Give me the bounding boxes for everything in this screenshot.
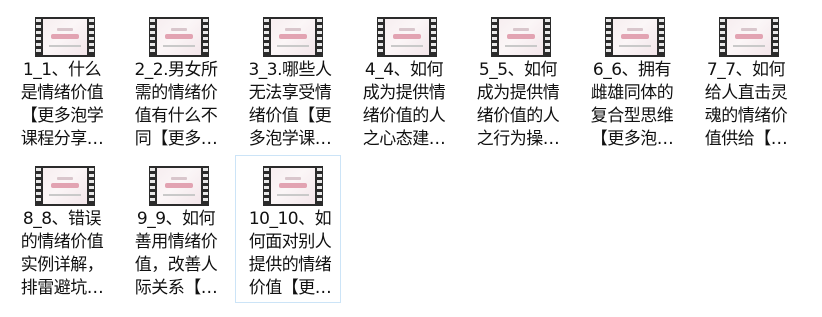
file-name-line: 雌雄同体的 — [590, 83, 674, 103]
file-name-line: 绪价值的人 — [476, 106, 560, 126]
file-name-line: 给人直击灵 — [704, 83, 788, 103]
video-thumbnail-icon — [263, 166, 323, 206]
file-name-label: 6_6、拥有 雌雄同体的复合型思维【更多泡… — [585, 59, 679, 151]
file-name-line: 2_2.男女所 — [134, 60, 218, 80]
file-name-line: 同【更多… — [134, 129, 218, 149]
file-name-line: 绪价值【更 — [248, 106, 332, 126]
file-name-line: 复合型思维 — [590, 106, 674, 126]
file-name-label: 5_5、如何 成为提供情绪价值的人之行为操… — [471, 59, 565, 151]
file-name-line: 10_10、如 — [248, 209, 332, 229]
file-name-line: 是情绪价值 — [20, 83, 104, 103]
file-item[interactable]: 9_9、如何 善用情绪价值，改善人际关系【… — [121, 155, 227, 303]
file-name-label: 7_7、如何 给人直击灵魂的情绪价值供给【… — [699, 59, 793, 151]
file-name-label: 9_9、如何 善用情绪价值，改善人际关系【… — [129, 208, 223, 300]
video-thumbnail-icon — [605, 17, 665, 57]
file-name-line: 多泡学课… — [248, 129, 332, 149]
file-name-line: 9_9、如何 — [136, 209, 216, 229]
file-name-line: 无法享受情 — [248, 83, 332, 103]
file-name-line: 值，改善人 — [134, 255, 218, 275]
file-name-label: 2_2.男女所 需的情绪价值有什么不同【更多… — [129, 59, 223, 151]
file-item[interactable]: 6_6、拥有 雌雄同体的复合型思维【更多泡… — [577, 6, 683, 154]
file-name-line: 7_7、如何 — [706, 60, 786, 80]
file-name-label: 4_4、如何 成为提供情绪价值的人之心态建… — [357, 59, 451, 151]
file-item[interactable]: 8_8、错误 的情绪价值实例详解， 排雷避坑… — [7, 155, 113, 303]
file-name-line: 3_3.哪些人 — [248, 60, 332, 80]
file-name-line: 课程分享… — [20, 129, 104, 149]
file-name-line: 绪价值的人 — [362, 106, 446, 126]
video-thumbnail-icon — [149, 166, 209, 206]
file-name-line: 提供的情绪 — [248, 255, 332, 275]
file-grid: 1_1、什么 是情绪价值 【更多泡学 课程分享… 2_2.男女所 需的情绪价 值有什么不 同【… — [0, 0, 822, 317]
file-name-line: 魂的情绪价 — [704, 106, 788, 126]
file-name-line: 何面对别人 — [248, 232, 332, 252]
video-thumbnail-icon — [263, 17, 323, 57]
file-name-line: 【更多泡学 — [20, 106, 104, 126]
file-name-line: 之心态建… — [362, 129, 446, 149]
file-item[interactable]: 4_4、如何 成为提供情绪价值的人之心态建… — [349, 6, 455, 154]
video-thumbnail-icon — [35, 17, 95, 57]
file-name-line: 【更多泡… — [590, 129, 674, 149]
file-name-line: 需的情绪价 — [134, 83, 218, 103]
file-item[interactable]: 5_5、如何 成为提供情绪价值的人之行为操… — [463, 6, 569, 154]
video-thumbnail-icon — [35, 166, 95, 206]
video-thumbnail-icon — [719, 17, 779, 57]
file-name-line: 值有什么不 — [134, 106, 218, 126]
file-item[interactable]: 2_2.男女所 需的情绪价值有什么不同【更多… — [121, 6, 227, 154]
file-item[interactable]: 3_3.哪些人 无法享受情绪价值【更多泡学课… — [235, 6, 341, 154]
file-name-line: 5_5、如何 — [478, 60, 558, 80]
file-name-line: 1_1、什么 — [22, 60, 102, 80]
file-item[interactable]: 10_10、如 何面对别人提供的情绪价值【更… — [235, 155, 341, 303]
file-name-label: 1_1、什么 是情绪价值【更多泡学课程分享… — [15, 59, 109, 151]
file-name-line: 成为提供情 — [476, 83, 560, 103]
video-thumbnail-icon — [149, 17, 209, 57]
file-name-line: 善用情绪价 — [134, 232, 218, 252]
file-name-line: 之行为操… — [476, 129, 560, 149]
file-name-line: 际关系【… — [134, 278, 218, 298]
file-name-label: 8_8、错误 的情绪价值实例详解， 排雷避坑… — [15, 208, 109, 300]
file-name-line: 8_8、错误 — [22, 209, 102, 229]
file-name-line: 价值【更… — [248, 278, 332, 298]
file-name-label: 10_10、如 何面对别人提供的情绪价值【更… — [243, 208, 337, 300]
file-item[interactable]: 7_7、如何 给人直击灵魂的情绪价值供给【… — [691, 6, 797, 154]
video-thumbnail-icon — [377, 17, 437, 57]
file-name-line: 值供给【… — [704, 129, 788, 149]
file-name-label: 3_3.哪些人 无法享受情绪价值【更多泡学课… — [243, 59, 337, 151]
file-name-line: 4_4、如何 — [364, 60, 444, 80]
file-name-line: 实例详解， — [20, 255, 104, 275]
video-thumbnail-icon — [491, 17, 551, 57]
file-name-line: 成为提供情 — [362, 83, 446, 103]
file-name-line: 排雷避坑… — [20, 278, 104, 298]
file-name-line: 6_6、拥有 — [592, 60, 672, 80]
file-name-line: 的情绪价值 — [20, 232, 104, 252]
file-item[interactable]: 1_1、什么 是情绪价值【更多泡学课程分享… — [7, 6, 113, 154]
